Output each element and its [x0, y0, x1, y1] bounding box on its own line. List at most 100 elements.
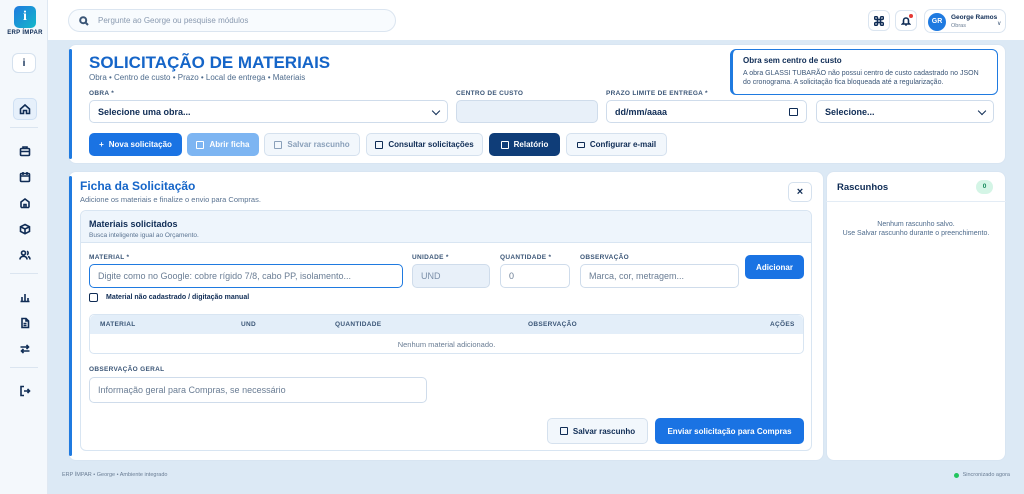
logout-icon — [20, 385, 31, 397]
unidade-field[interactable]: UND — [412, 264, 490, 288]
quantidade-value: 0 — [509, 271, 515, 281]
chevron-down-icon — [431, 106, 441, 116]
relatorio-label: Relatório — [513, 140, 549, 149]
rascunhos-empty-hint: Use Salvar rascunho durante o preenchime… — [842, 230, 990, 237]
breadcrumb: Obra • Centro de custo • Prazo • Local d… — [89, 73, 306, 82]
users-icon — [19, 250, 31, 260]
sidebar-item-documents[interactable] — [13, 312, 37, 334]
materiais-subtitle: Busca inteligente igual ao Orçamento. — [89, 232, 199, 239]
relatorio-button[interactable]: Relatório — [489, 133, 560, 156]
briefcase-icon — [19, 146, 31, 157]
salvar-rascunho-top-button[interactable]: Salvar rascunho — [264, 133, 360, 156]
footer: ERP ÍMPAR • George • Ambiente integrado … — [48, 464, 1024, 494]
mail-icon — [576, 141, 585, 148]
status-dot — [953, 472, 959, 478]
abrir-ficha-button[interactable]: Abrir ficha — [187, 133, 259, 156]
salvar-rascunho-button[interactable]: Salvar rascunho — [547, 418, 648, 444]
sidebar-divider — [10, 273, 38, 274]
sidebar-user-button[interactable]: i — [12, 53, 36, 73]
user-name: George Ramos — [951, 14, 998, 21]
accent-bar — [69, 176, 72, 456]
unidade-label: UNIDADE * — [412, 254, 449, 261]
box-icon — [19, 223, 31, 235]
close-button[interactable]: × — [788, 182, 812, 202]
command-button[interactable] — [868, 10, 890, 31]
prazo-label: PRAZO LIMITE DE ENTREGA * — [606, 90, 708, 97]
sidebar-item-transfer[interactable] — [13, 338, 37, 360]
manual-entry-checkbox[interactable] — [89, 293, 98, 302]
obra-select[interactable]: Selecione uma obra... — [89, 100, 448, 123]
chevron-down-icon — [977, 106, 987, 116]
material-search-input[interactable]: Digite como no Google: cobre rígido 7/8,… — [89, 264, 403, 288]
centro-custo-field[interactable] — [456, 100, 598, 123]
chevron-down-icon: ∨ — [997, 21, 1002, 27]
sidebar-item-logout[interactable] — [13, 380, 37, 402]
materiais-table: MATERIAL UND QUANTIDADE OBSERVAÇÃO AÇÕES… — [89, 314, 804, 354]
notification-dot — [909, 14, 913, 18]
local-entrega-select[interactable]: Selecione... — [816, 100, 994, 123]
th-material: MATERIAL — [100, 321, 136, 328]
sidebar-divider — [10, 367, 38, 368]
transfer-icon — [20, 344, 30, 354]
search-input[interactable]: Pergunte ao George ou pesquise módulos — [68, 9, 396, 32]
sidebar-divider — [10, 127, 38, 128]
centro-custo-label: CENTRO DE CUSTO — [456, 90, 524, 97]
quantidade-input[interactable]: 0 — [500, 264, 570, 288]
sidebar-item-users[interactable] — [13, 244, 37, 266]
bar-chart-icon — [20, 294, 30, 303]
consultar-solicitacoes-button[interactable]: Consultar solicitações — [366, 133, 483, 156]
obra-value: Selecione uma obra... — [98, 106, 191, 117]
prazo-date-input[interactable]: dd/mm/aaaa — [606, 100, 807, 123]
materiais-title: Materiais solicitados — [89, 219, 178, 229]
notifications-button[interactable] — [895, 10, 917, 31]
obs-geral-input[interactable]: Informação geral para Compras, se necess… — [89, 377, 427, 403]
warning-toast: Obra sem centro de custo A obra GLASSI T… — [730, 49, 998, 95]
footer-left: ERP ÍMPAR • George • Ambiente integrado — [62, 472, 168, 478]
document-icon — [196, 140, 205, 149]
sidebar-item-calendar[interactable] — [13, 166, 37, 188]
footer-right: Sincronizado agora — [962, 472, 1010, 478]
search-icon — [79, 15, 89, 26]
search-placeholder: Pergunte ao George ou pesquise módulos — [98, 16, 249, 25]
unidade-value: UND — [421, 271, 441, 281]
save-icon — [559, 427, 568, 435]
rascunhos-count-badge: 0 — [976, 180, 993, 194]
adicionar-button[interactable]: Adicionar — [745, 255, 804, 279]
home-icon — [19, 103, 31, 115]
enviar-compras-button[interactable]: Enviar solicitação para Compras — [655, 418, 804, 444]
list-icon — [375, 140, 384, 149]
observacao-input[interactable]: Marca, cor, metragem... — [580, 264, 739, 288]
toast-title: Obra sem centro de custo — [743, 56, 842, 65]
plus-icon: + — [99, 140, 104, 149]
ficha-title: Ficha da Solicitação — [80, 179, 196, 193]
quantidade-label: QUANTIDADE * — [500, 254, 552, 261]
configurar-email-label: Configurar e-mail — [589, 140, 657, 149]
sidebar-item-box[interactable] — [13, 218, 37, 240]
sidebar-item-building[interactable] — [13, 192, 37, 214]
table-empty-message: Nenhum material adicionado. — [397, 340, 496, 349]
user-menu[interactable]: GR George Ramos Obras ∨ — [924, 9, 1006, 33]
consultar-label: Consultar solicitações — [388, 140, 474, 149]
rascunhos-empty-title: Nenhum rascunho salvo. — [877, 221, 955, 228]
sidebar-item-reports[interactable] — [13, 286, 37, 308]
th-quantidade: QUANTIDADE — [335, 321, 382, 328]
nova-solicitacao-label: Nova solicitação — [108, 140, 172, 149]
toast-message: A obra GLASSI TUBARÃO não possui centro … — [743, 70, 979, 86]
ficha-subtitle: Adicione os materiais e finalize o envio… — [80, 195, 261, 204]
th-und: UND — [241, 321, 256, 328]
configurar-email-button[interactable]: Configurar e-mail — [566, 133, 667, 156]
command-icon — [874, 15, 884, 26]
salvar-rascunho-bottom-label: Salvar rascunho — [572, 426, 636, 436]
page-title: SOLICITAÇÃO DE MATERIAIS — [89, 53, 331, 72]
app-logo[interactable]: i — [14, 6, 36, 28]
document-icon — [21, 317, 30, 329]
rascunhos-panel — [826, 171, 1006, 461]
sidebar-item-home[interactable] — [13, 98, 37, 120]
salvar-rascunho-label: Salvar rascunho — [287, 140, 350, 149]
calendar-icon — [19, 172, 31, 183]
sidebar-item-briefcase[interactable] — [13, 140, 37, 162]
nova-solicitacao-button[interactable]: + Nova solicitação — [89, 133, 182, 156]
abrir-ficha-label: Abrir ficha — [209, 140, 250, 149]
observacao-placeholder: Marca, cor, metragem... — [589, 271, 685, 281]
report-icon — [500, 140, 509, 149]
